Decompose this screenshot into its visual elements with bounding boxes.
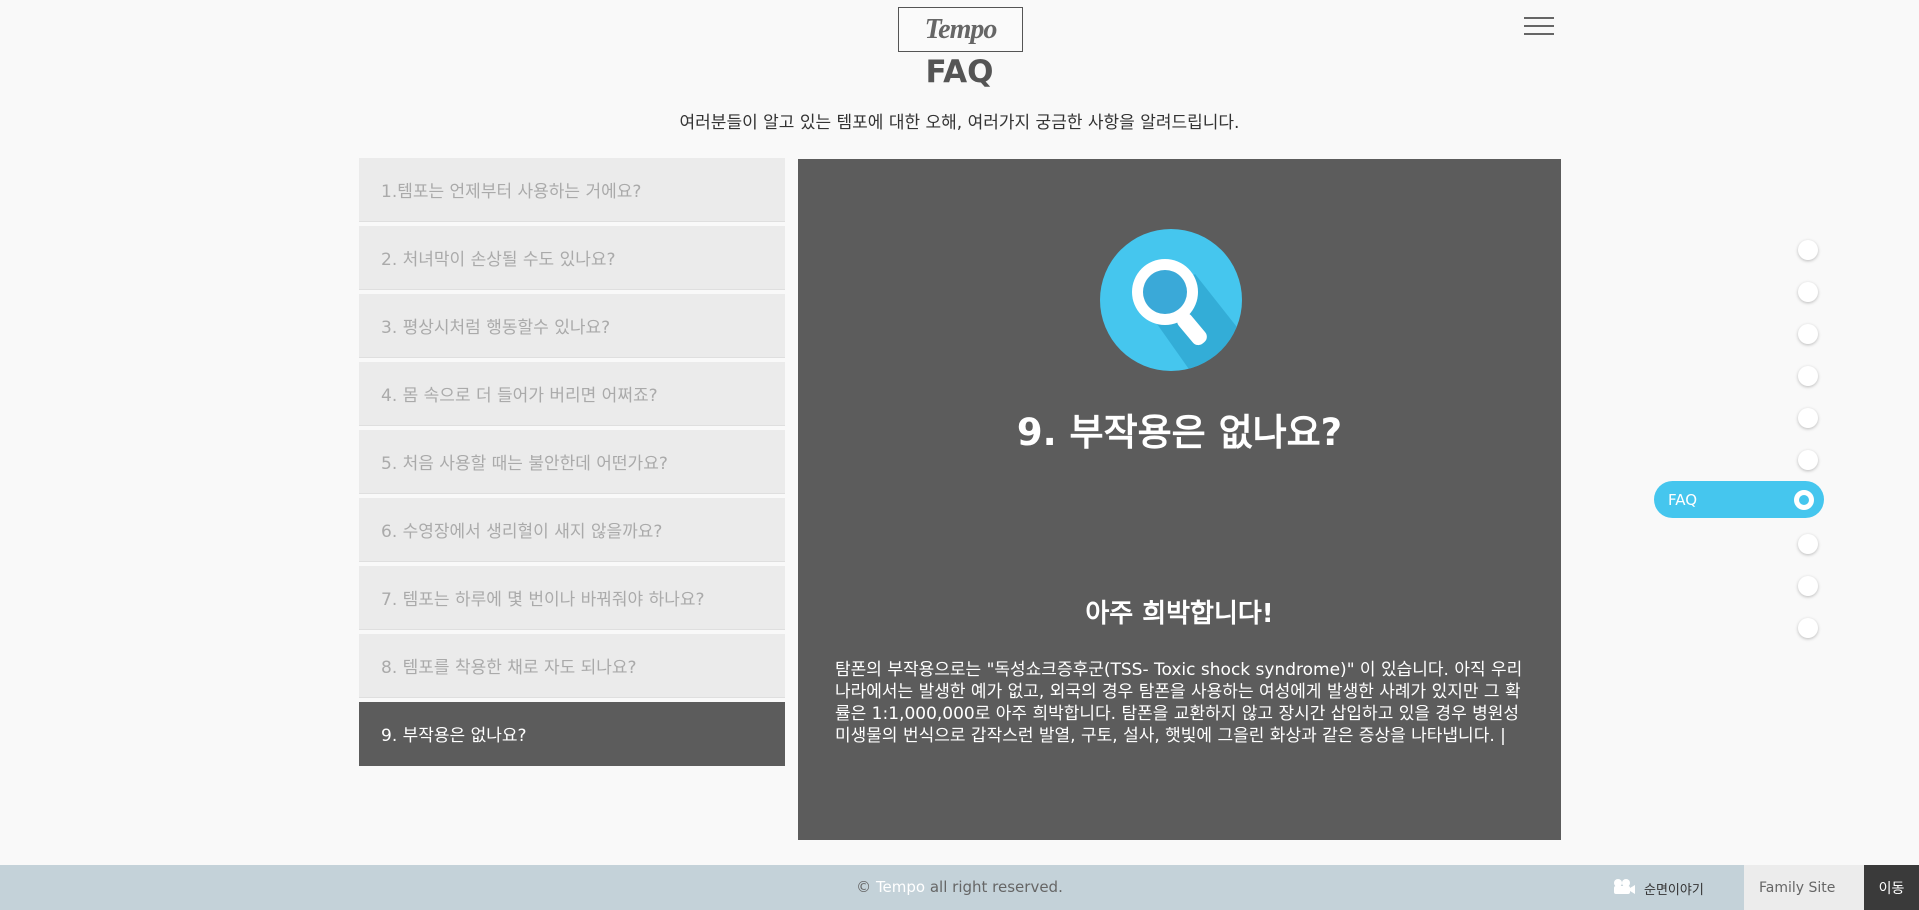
copyright-brand: Tempo — [875, 878, 926, 896]
answer-subtitle: 아주 희박합니다! — [1085, 599, 1274, 629]
side-nav-dot-4[interactable] — [1798, 366, 1818, 386]
search-icon — [1100, 229, 1242, 371]
answer-title: 9. 부작용은 없나요? — [1016, 411, 1343, 454]
page-title: FAQ — [925, 54, 994, 90]
side-nav-dot-9[interactable] — [1798, 576, 1818, 596]
faq-item-7[interactable]: 7. 템포는 하루에 몇 번이나 바꿔줘야 하나요? — [359, 566, 785, 630]
faq-item-8[interactable]: 8. 템포를 착용한 채로 자도 되나요? — [359, 634, 785, 698]
side-nav: FAQ — [1654, 236, 1824, 656]
faq-item-5[interactable]: 5. 처음 사용할 때는 불안한데 어떤가요? — [359, 430, 785, 494]
family-site-select[interactable]: Family Site — [1744, 865, 1864, 910]
side-nav-dot-5[interactable] — [1798, 408, 1818, 428]
faq-item-3[interactable]: 3. 평상시처럼 행동할수 있나요? — [359, 294, 785, 358]
story-label: 순면이야기 — [1644, 882, 1704, 898]
faq-item-2[interactable]: 2. 처녀막이 손상될 수도 있나요? — [359, 226, 785, 290]
faq-item-1[interactable]: 1.템포는 언제부터 사용하는 거에요? — [359, 158, 785, 222]
side-nav-active-label: FAQ — [1668, 490, 1698, 509]
copyright-suffix: all right reserved. — [925, 878, 1063, 896]
faq-list: 1.템포는 언제부터 사용하는 거에요? 2. 처녀막이 손상될 수도 있나요?… — [359, 158, 785, 770]
footer: © Tempo all right reserved. 순면이야기 Family… — [0, 865, 1919, 910]
story-icon — [1612, 877, 1636, 899]
faq-item-4[interactable]: 4. 몸 속으로 더 들어가 버리면 어쩌죠? — [359, 362, 785, 426]
hamburger-icon[interactable] — [1524, 17, 1554, 43]
copyright-prefix: © — [856, 878, 876, 896]
side-nav-dot-2[interactable] — [1798, 282, 1818, 302]
side-nav-dot-6[interactable] — [1798, 450, 1818, 470]
side-nav-dot-1[interactable] — [1798, 240, 1818, 260]
logo[interactable]: Tempo — [898, 7, 1023, 52]
faq-item-9[interactable]: 9. 부작용은 없나요? — [359, 702, 785, 766]
page-subtitle: 여러분들이 알고 있는 템포에 대한 오해, 여러가지 궁금한 사항을 알려드립… — [679, 113, 1240, 133]
answer-panel: 9. 부작용은 없나요? 아주 희박합니다! 탐폰의 부작용으로는 "독성쇼크증… — [798, 159, 1561, 840]
answer-body: 탐폰의 부작용으로는 "독성쇼크증후군(TSS- Toxic shock syn… — [835, 660, 1523, 746]
side-nav-dot-8[interactable] — [1798, 534, 1818, 554]
go-button[interactable]: 이동 — [1864, 865, 1919, 910]
active-ring-icon — [1794, 490, 1814, 510]
faq-item-6[interactable]: 6. 수영장에서 생리혈이 새지 않을까요? — [359, 498, 785, 562]
side-nav-dot-10[interactable] — [1798, 618, 1818, 638]
side-nav-active-faq[interactable]: FAQ — [1654, 481, 1824, 518]
story-link[interactable]: 순면이야기 — [1612, 876, 1704, 900]
side-nav-dot-3[interactable] — [1798, 324, 1818, 344]
